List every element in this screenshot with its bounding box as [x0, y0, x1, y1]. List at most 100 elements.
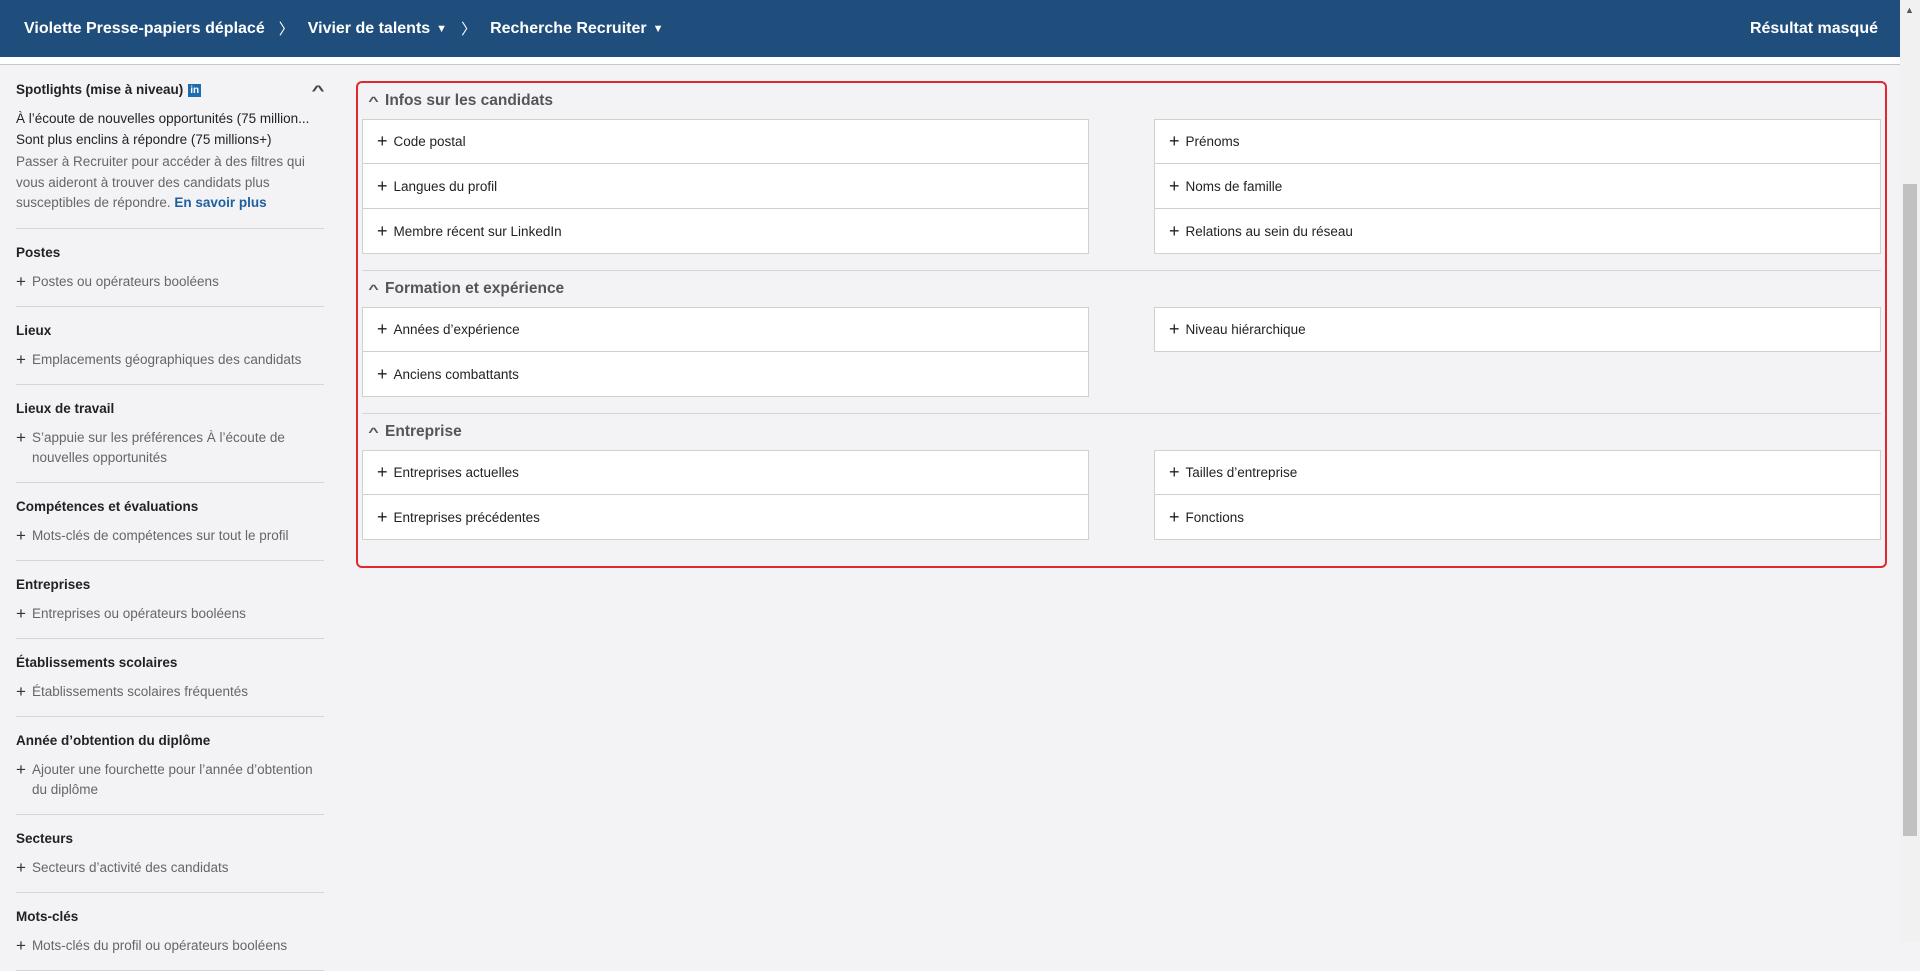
spotlights-section: Spotlights (mise à niveau) in ^ À l’écoute… [16, 66, 324, 229]
filter-section: Lieux de travail + S’appuie sur les préfé… [16, 385, 324, 483]
section-toggle[interactable]: ^ Infos sur les candidats [362, 83, 1881, 119]
right-column: + Prénoms + Noms de famille + Relations au se… [1154, 119, 1881, 254]
plus-icon: + [16, 935, 26, 955]
plus-icon: + [16, 603, 26, 623]
plus-icon: + [1169, 131, 1180, 151]
spotlight-open-to-work[interactable]: À l’écoute de nouvelles opportunités (75… [16, 108, 324, 129]
filter-section: Entreprises + Entreprises ou opérateurs b… [16, 561, 324, 639]
section-toggle[interactable]: ^ Entreprise [362, 414, 1881, 450]
filter-section: Secteurs + Secteurs d’activité des candid… [16, 815, 324, 893]
caret-down-icon: ▼ [652, 22, 664, 35]
filter-section-title: Compétences et évaluations [16, 498, 199, 514]
plus-icon: + [377, 319, 388, 339]
plus-icon: + [377, 175, 388, 196]
filter-row[interactable]: + Code postal [362, 119, 1089, 164]
plus-icon: + [377, 462, 388, 482]
filter-row[interactable]: + Tailles d’entreprise [1154, 450, 1881, 495]
spotlights-header[interactable]: Spotlights (mise à niveau) in ^ [16, 80, 324, 100]
add-filter-label: Entreprises ou opérateurs booléens [31, 605, 246, 621]
filter-section: Compétences et évaluations + Mots-clés de… [16, 483, 324, 561]
filter-label: Relations au sein du réseau [1185, 223, 1353, 239]
chevron-up-icon: ^ [368, 94, 379, 108]
left-column: + Années d’expérience + Anciens combattants [362, 307, 1089, 397]
left-column: + Code postal + Langues du profil + Membre ré… [362, 119, 1089, 254]
add-filter-label: Mots-clés de compétences sur tout le pro… [31, 527, 289, 543]
filter-row[interactable]: + Noms de famille [1154, 164, 1881, 209]
filter-row[interactable]: + Entreprises précédentes [362, 495, 1089, 540]
scroll-up-icon[interactable]: ▲ [1905, 5, 1914, 15]
spotlights-description: Passer à Recruiter pour accéder à des fi… [16, 152, 324, 214]
add-filter-button[interactable]: + S’appuie sur les préférences À l’écoute… [16, 428, 324, 468]
add-filter-button[interactable]: + Ajouter une fourchette pour l’année d’o… [16, 760, 324, 800]
filter-section-title: Secteurs [16, 830, 74, 846]
plus-icon: + [16, 857, 26, 877]
add-filter-button[interactable]: + Postes ou opérateurs booléens [16, 272, 324, 292]
filter-section-title: Année d’obtention du diplôme [16, 732, 211, 748]
filter-label: Fonctions [1185, 509, 1245, 525]
breadcrumb-project[interactable]: Violette Presse-papiers déplacé [24, 20, 265, 38]
filter-row[interactable]: + Membre récent sur LinkedIn [362, 209, 1089, 254]
plus-icon: + [16, 681, 26, 701]
filter-row[interactable]: + Niveau hiérarchique [1154, 307, 1881, 352]
section-title: Infos sur les candidats [385, 92, 553, 109]
chevron-up-icon[interactable]: ^ [311, 80, 324, 100]
chevron-up-icon: ^ [368, 425, 379, 439]
add-filter-label: S’appuie sur les préférences À l’écoute … [31, 429, 285, 465]
right-column: + Tailles d’entreprise + Fonctions [1154, 450, 1881, 540]
plus-icon: + [1169, 220, 1180, 241]
hidden-result-label: Résultat masqué [1749, 19, 1878, 37]
chevron-right-icon: 〉 [461, 21, 477, 38]
filter-section: Établissements scolaires + Établissements… [16, 639, 324, 717]
filter-row[interactable]: + Langues du profil [362, 164, 1089, 209]
spotlights-title: Spotlights (mise à niveau) [16, 82, 184, 97]
section-title: Formation et expérience [385, 280, 565, 297]
filter-section-title: Lieux de travail [16, 400, 115, 416]
plus-icon: + [16, 525, 26, 545]
filter-row[interactable]: + Entreprises actuelles [362, 450, 1089, 495]
plus-icon: + [377, 363, 388, 384]
filter-label: Anciens combattants [393, 366, 519, 382]
filter-row[interactable]: + Années d’expérience [362, 307, 1089, 352]
add-filter-button[interactable]: + Mots-clés de compétences sur tout le pr… [16, 526, 324, 546]
breadcrumb-label: Recherche Recruiter [490, 19, 647, 37]
learn-more-link[interactable]: En savoir plus [174, 195, 266, 210]
chevron-up-icon: ^ [368, 282, 379, 296]
plus-icon: + [1169, 506, 1180, 527]
scrollbar[interactable]: ▲ [1900, 0, 1920, 942]
filter-section: Postes + Postes ou opérateurs booléens [16, 229, 324, 307]
add-filter-label: Établissements scolaires fréquentés [31, 683, 249, 699]
section-toggle[interactable]: ^ Formation et expérience [362, 271, 1881, 307]
add-filter-label: Ajouter une fourchette pour l’année d’ob… [31, 761, 313, 797]
section-grid: + Code postal + Langues du profil + Membre ré… [362, 119, 1881, 271]
filter-section-title: Postes [16, 244, 61, 260]
right-column: + Niveau hiérarchique [1154, 307, 1881, 397]
filter-section-title: Entreprises [16, 576, 91, 592]
add-filter-button[interactable]: + Entreprises ou opérateurs booléens [16, 604, 324, 624]
filter-label: Années d’expérience [393, 322, 520, 337]
spotlight-likely-respond[interactable]: Sont plus enclins à répondre (75 million… [16, 129, 324, 150]
scrollbar-thumb[interactable] [1903, 184, 1917, 836]
filters-sidebar: Spotlights (mise à niveau) in ^ À l’écoute… [16, 66, 324, 971]
breadcrumb-talent-pool[interactable]: Vivier de talents ▼ [308, 20, 447, 38]
plus-icon: + [16, 427, 26, 447]
plus-icon: + [377, 506, 388, 527]
filter-section-title: Lieux [16, 322, 52, 338]
filter-label: Noms de famille [1185, 178, 1283, 194]
filter-label: Niveau hiérarchique [1185, 322, 1306, 337]
breadcrumb-recruiter-search[interactable]: Recherche Recruiter ▼ [490, 20, 663, 38]
filter-label: Entreprises précédentes [393, 509, 540, 525]
more-filters-panel: ^ Infos sur les candidats + Code postal + La… [356, 81, 1887, 568]
filter-row[interactable]: + Fonctions [1154, 495, 1881, 540]
plus-icon: + [16, 759, 26, 779]
add-filter-button[interactable]: + Secteurs d’activité des candidats [16, 858, 324, 878]
filter-label: Membre récent sur LinkedIn [393, 223, 562, 239]
filter-row[interactable]: + Relations au sein du réseau [1154, 209, 1881, 254]
add-filter-label: Mots-clés du profil ou opérateurs boolée… [31, 937, 288, 953]
filter-row[interactable]: + Prénoms [1154, 119, 1881, 164]
add-filter-button[interactable]: + Emplacements géographiques des candidat… [16, 350, 324, 370]
plus-icon: + [377, 220, 388, 241]
filter-row[interactable]: + Anciens combattants [362, 352, 1089, 397]
linkedin-icon: in [188, 83, 202, 97]
add-filter-button[interactable]: + Mots-clés du profil ou opérateurs boolé… [16, 936, 324, 956]
add-filter-button[interactable]: + Établissements scolaires fréquentés [16, 682, 324, 702]
